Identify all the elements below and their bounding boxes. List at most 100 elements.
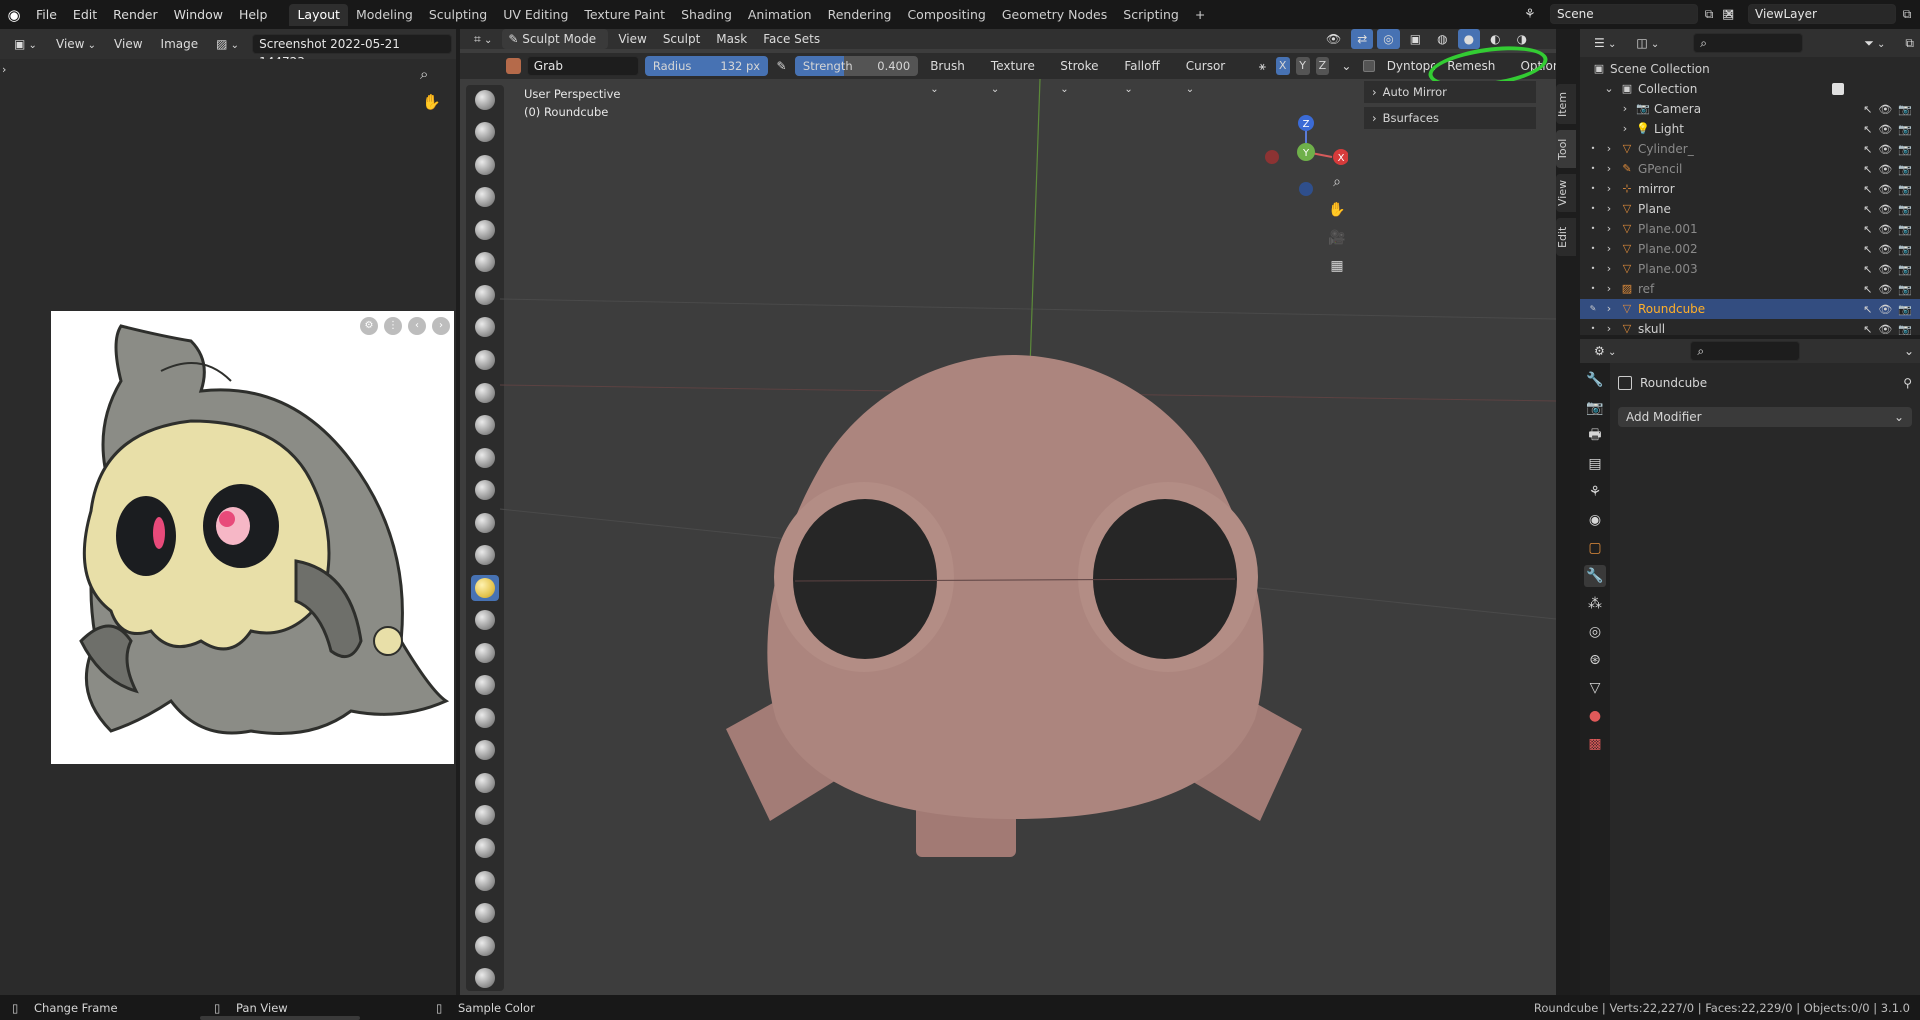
chevron-right-icon[interactable]: › [1602, 202, 1616, 216]
tab-rendering[interactable]: Rendering [820, 4, 900, 26]
eye-icon[interactable]: 👁 [1878, 203, 1892, 216]
select-toggle-icon[interactable]: ↖ [1863, 123, 1872, 136]
outliner-item-cylinder[interactable]: • › ▽ Cylinder_ ↖ 👁 📷 [1580, 139, 1920, 159]
chevron-right-icon[interactable]: › [1602, 222, 1616, 236]
tab-layout[interactable]: Layout [289, 4, 348, 26]
options-chevron-icon[interactable]: ⌄ [1898, 341, 1920, 361]
tab-animation[interactable]: Animation [740, 4, 820, 26]
constraints-tab-icon[interactable]: ⊛ [1584, 649, 1606, 671]
output-tab-icon[interactable]: 🖶 [1584, 425, 1606, 447]
edit-toggle-icon[interactable]: • [1586, 142, 1600, 156]
mirror-z-toggle[interactable]: Z [1315, 57, 1330, 75]
menu-render[interactable]: Render [105, 0, 166, 29]
brush-name-field[interactable]: Grab [526, 56, 639, 76]
render-camera-icon[interactable]: 📷 [1898, 103, 1912, 116]
edit-toggle-icon[interactable] [1586, 122, 1600, 136]
edit-toggle-icon[interactable] [1586, 102, 1600, 116]
scene-icon[interactable]: ⚘ [1524, 7, 1550, 22]
texture-tab-icon[interactable]: ▩ [1584, 733, 1606, 755]
edit-toggle-icon[interactable]: • [1586, 182, 1600, 196]
eye-icon[interactable]: 👁 [1878, 103, 1892, 116]
tab-scripting[interactable]: Scripting [1115, 4, 1187, 26]
panel-bsurfaces[interactable]: › Bsurfaces [1364, 107, 1536, 129]
pin-icon[interactable]: ⚲ [1903, 376, 1912, 390]
outliner-item-ref[interactable]: • › ▨ ref ↖ 👁 📷 [1580, 279, 1920, 299]
outliner-item-plane-003[interactable]: • › ▽ Plane.003 ↖ 👁 📷 [1580, 259, 1920, 279]
edit-toggle-icon[interactable]: • [1586, 282, 1600, 296]
render-camera-icon[interactable]: 📷 [1898, 303, 1912, 316]
render-camera-icon[interactable]: 📷 [1898, 263, 1912, 276]
previous-icon[interactable]: ‹ [408, 317, 426, 335]
render-camera-icon[interactable]: 📷 [1898, 183, 1912, 196]
display-mode-icon[interactable]: ◫ [1630, 33, 1665, 53]
menu-edit[interactable]: Edit [65, 0, 105, 29]
edit-toggle-icon[interactable]: ✎ [1586, 302, 1600, 316]
select-toggle-icon[interactable]: ↖ [1863, 323, 1872, 336]
chevron-right-icon[interactable]: › [1602, 322, 1616, 336]
render-camera-icon[interactable]: 📷 [1898, 283, 1912, 296]
tab-geometry-nodes[interactable]: Geometry Nodes [994, 4, 1115, 26]
select-toggle-icon[interactable]: ↖ [1863, 103, 1872, 116]
symmetry-dropdown-icon[interactable]: ⌄ [1335, 56, 1357, 76]
menu-sculpt[interactable]: Sculpt [657, 29, 706, 49]
select-toggle-icon[interactable]: ↖ [1863, 243, 1872, 256]
tab-compositing[interactable]: Compositing [899, 4, 993, 26]
outliner-item-plane-001[interactable]: • › ▽ Plane.001 ↖ 👁 📷 [1580, 219, 1920, 239]
image-view-mode-dropdown[interactable]: View [50, 34, 102, 54]
tab-texture-paint[interactable]: Texture Paint [576, 4, 673, 26]
outliner-item-plane-002[interactable]: • › ▽ Plane.002 ↖ 👁 📷 [1580, 239, 1920, 259]
filter-icon[interactable]: ⏷ [1858, 33, 1891, 53]
timeline-scrubber[interactable] [200, 1016, 360, 1020]
chevron-right-icon[interactable]: › [1602, 242, 1616, 256]
cursor-dropdown[interactable]: Cursor [1180, 56, 1239, 76]
render-camera-icon[interactable]: 📷 [1898, 223, 1912, 236]
strength-slider[interactable]: Strength 0.400 [794, 56, 919, 76]
chevron-right-icon[interactable]: › [1602, 302, 1616, 316]
chevron-right-icon[interactable]: › [1602, 262, 1616, 276]
outliner-search-input[interactable]: ⌕ [1693, 33, 1804, 53]
data-tab-icon[interactable]: ▽ [1584, 677, 1606, 699]
outliner-item-plane[interactable]: • › ▽ Plane ↖ 👁 📷 [1580, 199, 1920, 219]
more-options-icon[interactable]: ⋮ [384, 317, 402, 335]
add-modifier-dropdown[interactable]: Add Modifier ⌄ [1618, 407, 1912, 427]
object-tab-icon[interactable]: ▢ [1584, 537, 1606, 559]
select-toggle-icon[interactable]: ↖ [1863, 203, 1872, 216]
properties-editor-type-icon[interactable]: ⚙ [1588, 341, 1622, 361]
tab-edit[interactable]: Edit [1556, 218, 1576, 256]
menu-image[interactable]: Image [155, 34, 205, 54]
wireframe-shading-icon[interactable]: ◍ [1431, 29, 1453, 49]
eye-icon[interactable]: 👁 [1878, 323, 1892, 336]
edit-toggle-icon[interactable]: • [1586, 222, 1600, 236]
scene-name-field[interactable]: Scene [1550, 4, 1698, 24]
edit-toggle-icon[interactable]: • [1586, 242, 1600, 256]
outliner-item-gpencil[interactable]: • › ✎ GPencil ↖ 👁 📷 [1580, 159, 1920, 179]
outliner-item-light[interactable]: › 💡 Light ↖ 👁 📷 [1580, 119, 1920, 139]
symmetry-icon[interactable]: ⚹ [1255, 59, 1270, 74]
tool-tab-icon[interactable]: 🔧 [1584, 369, 1606, 391]
chevron-right-icon[interactable]: › [1602, 142, 1616, 156]
select-toggle-icon[interactable]: ↖ [1863, 303, 1872, 316]
properties-search-input[interactable]: ⌕ [1690, 341, 1801, 361]
render-camera-icon[interactable]: 📷 [1898, 323, 1912, 336]
editor-type-icon[interactable]: ▣ [8, 34, 44, 54]
falloff-dropdown[interactable]: Falloff [1118, 56, 1173, 76]
eye-icon[interactable]: 👁 [1878, 263, 1892, 276]
menu-file[interactable]: File [28, 0, 65, 29]
panel-auto-mirror[interactable]: › Auto Mirror [1364, 81, 1536, 103]
texture-dropdown[interactable]: Texture [985, 56, 1048, 76]
tab-uv-editing[interactable]: UV Editing [495, 4, 576, 26]
mirror-y-toggle[interactable]: Y [1295, 57, 1310, 75]
eye-icon[interactable]: 👁 [1878, 243, 1892, 256]
edit-toggle-icon[interactable]: • [1586, 162, 1600, 176]
eye-icon[interactable]: 👁 [1878, 283, 1892, 296]
world-tab-icon[interactable]: ◉ [1584, 509, 1606, 531]
chevron-right-icon[interactable]: › [1602, 282, 1616, 296]
new-scene-icon[interactable]: ⧉ [1698, 7, 1720, 22]
overlays-toggle-icon[interactable]: ◎ [1377, 29, 1400, 49]
chevron-right-icon[interactable]: › [1602, 162, 1616, 176]
tab-tool[interactable]: Tool [1556, 130, 1576, 168]
camera-view-icon[interactable]: 🎥 [1326, 227, 1348, 249]
3d-viewport[interactable]: ⌗ ✎ Sculpt Mode View Sculpt Mask Face Se… [460, 29, 1556, 995]
render-camera-icon[interactable]: 📷 [1898, 243, 1912, 256]
xray-toggle-icon[interactable]: ▣ [1404, 29, 1427, 49]
